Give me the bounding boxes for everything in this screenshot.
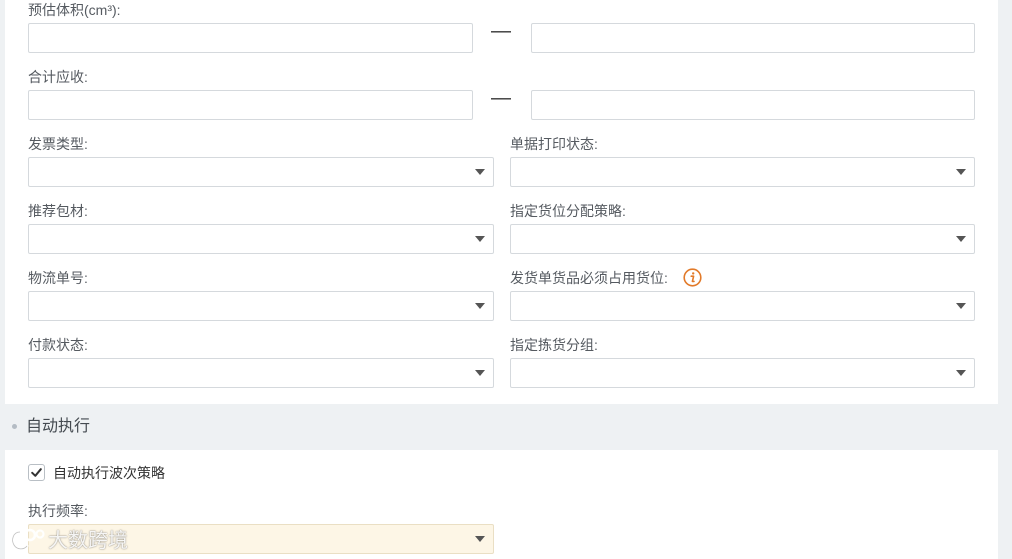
- location-allocation-strategy-select[interactable]: [510, 224, 975, 254]
- payment-status-select[interactable]: [28, 358, 494, 388]
- location-allocation-strategy-label: 指定货位分配策略:: [510, 203, 626, 219]
- filter-panel: [5, 0, 998, 404]
- total-receivable-min-input[interactable]: [28, 90, 473, 120]
- info-icon[interactable]: [683, 268, 702, 287]
- caret-down-icon: [956, 370, 966, 376]
- invoice-type-label: 发票类型:: [28, 136, 88, 152]
- volume-label: 预估体积(cm³):: [28, 2, 121, 18]
- invoice-type-select[interactable]: [28, 157, 494, 187]
- caret-down-icon: [475, 303, 485, 309]
- caret-down-icon: [956, 236, 966, 242]
- auto-execute-section-title: 自动执行: [26, 418, 91, 435]
- document-print-status-select[interactable]: [510, 157, 975, 187]
- recommended-packaging-label: 推荐包材:: [28, 203, 88, 219]
- checkmark-icon: [31, 468, 42, 477]
- payment-status-label: 付款状态:: [28, 337, 88, 353]
- watermark-text: 大数跨境: [48, 530, 128, 552]
- auto-execute-checkbox-label[interactable]: 自动执行波次策略: [53, 465, 165, 481]
- recommended-packaging-select[interactable]: [28, 224, 494, 254]
- app-root: 预估体积(cm³): — 合计应收: — 发票类型: 单据打印状态: 推荐包材:…: [0, 0, 1012, 559]
- watermark-logo-icon: [11, 528, 45, 551]
- document-print-status-label: 单据打印状态:: [510, 136, 598, 152]
- caret-down-icon: [475, 169, 485, 175]
- volume-max-input[interactable]: [531, 23, 975, 53]
- caret-down-icon: [956, 169, 966, 175]
- tracking-number-label: 物流单号:: [28, 270, 88, 286]
- must-occupy-location-label: 发货单货品必须占用货位:: [510, 270, 668, 286]
- section-bullet: [12, 424, 17, 429]
- total-receivable-max-input[interactable]: [531, 90, 975, 120]
- total-receivable-label: 合计应收:: [28, 69, 88, 85]
- volume-range-separator: —: [491, 20, 511, 42]
- caret-down-icon: [956, 303, 966, 309]
- total-receivable-range-separator: —: [491, 87, 511, 109]
- picking-group-select[interactable]: [510, 358, 975, 388]
- volume-min-input[interactable]: [28, 23, 473, 53]
- auto-execute-checkbox[interactable]: [28, 464, 45, 481]
- caret-down-icon: [475, 536, 485, 542]
- caret-down-icon: [475, 370, 485, 376]
- must-occupy-location-select[interactable]: [510, 291, 975, 321]
- picking-group-label: 指定拣货分组:: [510, 337, 598, 353]
- tracking-number-select[interactable]: [28, 291, 494, 321]
- caret-down-icon: [475, 236, 485, 242]
- execution-frequency-label: 执行频率:: [28, 503, 88, 519]
